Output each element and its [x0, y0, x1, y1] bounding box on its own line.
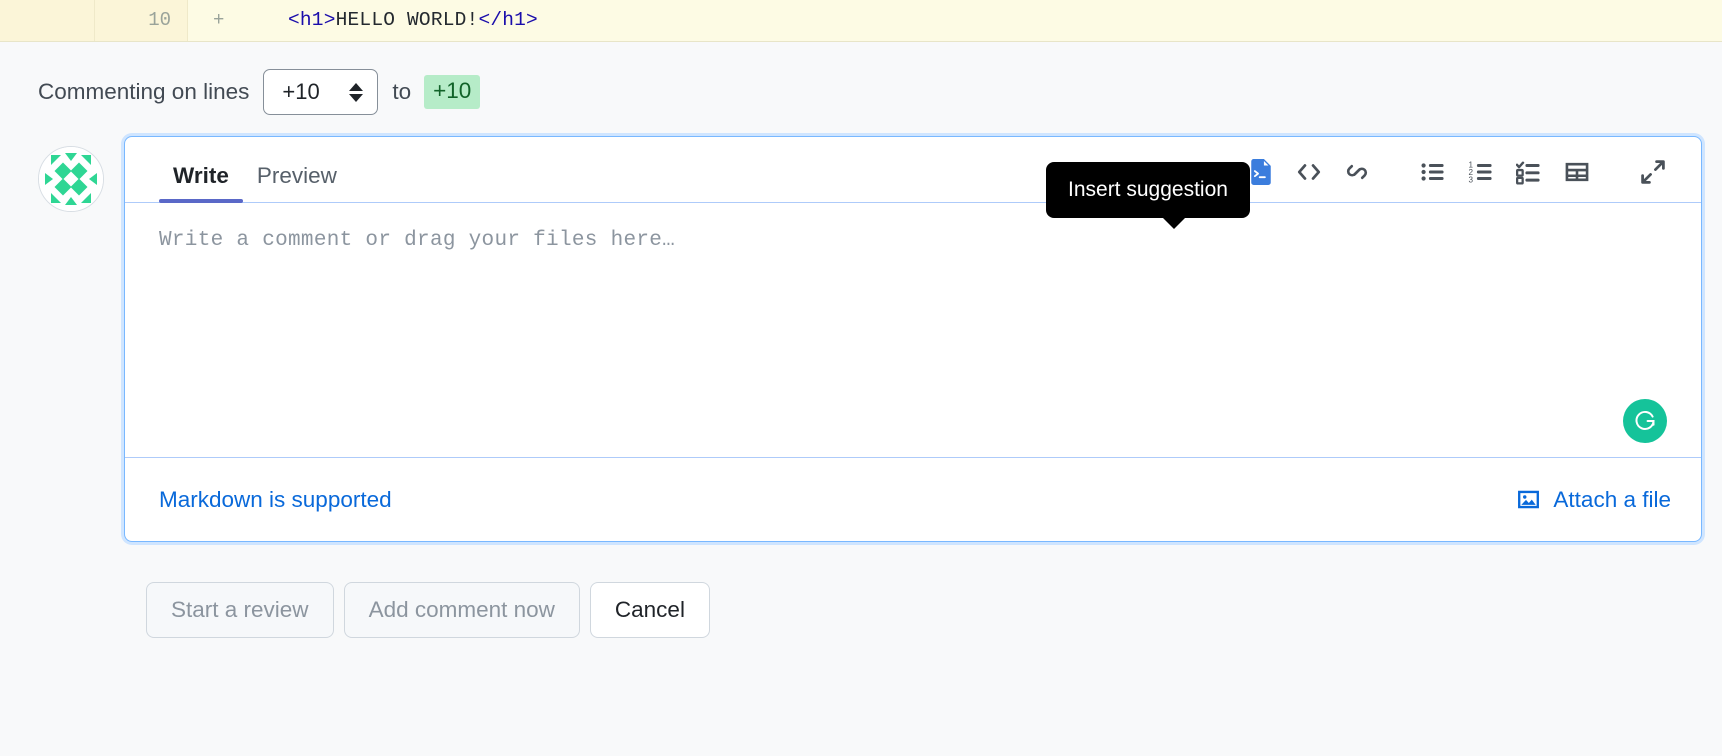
unordered-list-icon[interactable]	[1409, 152, 1457, 192]
range-connector: to	[392, 79, 412, 104]
markdown-supported-link[interactable]: Markdown is supported	[159, 487, 392, 513]
commenting-on-lines-row: Commenting on lines +10 to +10	[0, 42, 1722, 124]
attach-file-button[interactable]: Attach a file	[1516, 487, 1671, 513]
diff-line-number[interactable]: 10	[95, 0, 188, 41]
diff-text: HELLO WORLD!	[335, 9, 479, 31]
grammarly-icon[interactable]	[1623, 399, 1667, 443]
diff-gutter-blank	[0, 0, 95, 41]
composer-header: Write Preview B I	[125, 137, 1701, 203]
comment-actions: Start a review Add comment now Cancel	[0, 542, 1722, 638]
diff-code-content: <h1>HELLO WORLD!</h1>	[288, 0, 1722, 41]
diff-open-tag: <h1>	[288, 9, 336, 31]
comment-panel: Commenting on lines +10 to +10 Insert su…	[0, 42, 1722, 756]
identicon-icon	[39, 147, 103, 211]
svg-text:3: 3	[1468, 176, 1473, 185]
ordered-list-icon[interactable]: 1 2 3	[1457, 152, 1505, 192]
end-line-badge: +10	[424, 75, 481, 109]
link-icon[interactable]	[1333, 152, 1381, 192]
start-line-select[interactable]: +10	[263, 69, 379, 115]
commenting-label: Commenting on lines	[38, 79, 250, 104]
cancel-button[interactable]: Cancel	[589, 582, 710, 638]
start-a-review-button[interactable]: Start a review	[146, 582, 334, 638]
code-icon[interactable]	[1285, 152, 1333, 192]
insert-suggestion-tooltip: Insert suggestion	[1046, 162, 1250, 229]
comment-textarea-placeholder: Write a comment or drag your files here…	[159, 229, 676, 252]
start-line-value: +10	[282, 79, 320, 104]
attach-file-label: Attach a file	[1553, 486, 1671, 512]
avatar	[38, 146, 104, 212]
comment-editor-area: Write Preview B I	[0, 124, 1722, 542]
tab-preview[interactable]: Preview	[243, 163, 351, 202]
tab-write[interactable]: Write	[159, 163, 243, 203]
table-icon[interactable]	[1553, 152, 1601, 192]
image-icon	[1518, 490, 1540, 509]
chevron-updown-icon	[349, 82, 364, 102]
diff-close-tag: </h1>	[478, 9, 538, 31]
comment-composer: Write Preview B I	[124, 136, 1702, 542]
add-comment-now-button[interactable]: Add comment now	[343, 582, 580, 638]
comment-textarea-wrapper[interactable]: Write a comment or drag your files here…	[125, 203, 1701, 457]
diff-code-row[interactable]: 10 + <h1>HELLO WORLD!</h1>	[0, 0, 1722, 42]
composer-footer: Markdown is supported Attach a file	[125, 457, 1701, 541]
task-list-icon[interactable]	[1505, 152, 1553, 192]
diff-add-marker: +	[213, 9, 225, 31]
composer-tabs: Write Preview	[159, 137, 351, 203]
expand-icon[interactable]	[1629, 152, 1677, 192]
